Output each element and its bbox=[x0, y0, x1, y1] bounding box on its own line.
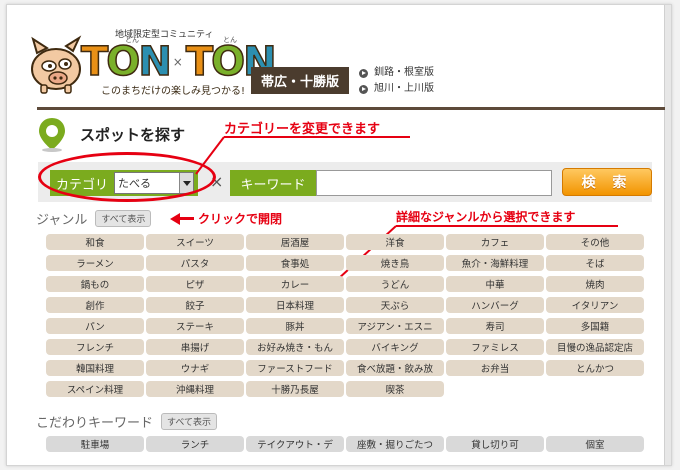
genre-tag[interactable]: 焼き鳥 bbox=[346, 255, 444, 271]
genre-tag[interactable]: ピザ bbox=[146, 276, 244, 292]
region-link-asahikawa[interactable]: 旭川・上川版 bbox=[359, 81, 434, 97]
annotation-change-category: カテゴリーを変更できます bbox=[224, 122, 381, 137]
current-region-badge: 帯広・十勝版 bbox=[251, 67, 349, 94]
genre-tag[interactable]: 串揚げ bbox=[146, 339, 244, 355]
map-pin-icon bbox=[39, 118, 65, 152]
annotation-click-toggle: クリックで開閉 bbox=[170, 210, 282, 227]
genre-tag[interactable]: そば bbox=[546, 255, 644, 271]
genre-tag[interactable]: うどん bbox=[346, 276, 444, 292]
genre-tag[interactable]: お好み焼き・もん bbox=[246, 339, 344, 355]
genre-tag[interactable]: アジアン・エスニ bbox=[346, 318, 444, 334]
annotation-select-genre: 詳細なジャンルから選択できます bbox=[396, 210, 576, 224]
annotation-underline bbox=[224, 136, 410, 138]
genre-tag[interactable]: ステーキ bbox=[146, 318, 244, 334]
genre-tag[interactable]: 目慢の逸品認定店 bbox=[546, 339, 644, 355]
genre-tag[interactable]: 喫茶 bbox=[346, 381, 444, 397]
region-links: 釧路・根室版 旭川・上川版 bbox=[359, 65, 434, 97]
genre-tag[interactable]: バイキング bbox=[346, 339, 444, 355]
genre-tag[interactable]: 食事処 bbox=[246, 255, 344, 271]
annotation-text: クリックで開閉 bbox=[198, 212, 283, 226]
tagline-bottom: このまちだけの楽しみ見つかる! bbox=[101, 86, 246, 97]
keyword-tag[interactable]: 座敷・掘りごたつ bbox=[346, 436, 444, 452]
play-bullet-icon bbox=[359, 84, 368, 94]
keyword-label: キーワード bbox=[230, 170, 316, 196]
site-header: 地域限定型コミュニティ とん とん TON × TON このまちだけの楽しみ見つ… bbox=[7, 5, 665, 105]
genre-tag[interactable]: 日本料理 bbox=[246, 297, 344, 313]
genre-tag[interactable]: 和食 bbox=[46, 234, 144, 250]
annotation-underline bbox=[396, 225, 618, 227]
genre-heading: ジャンル すべて表示 bbox=[36, 208, 152, 228]
genre-tag[interactable]: カフェ bbox=[446, 234, 544, 250]
pig-mascot-logo bbox=[31, 35, 82, 94]
site-logo[interactable]: TON × TON bbox=[80, 37, 277, 87]
genre-tag[interactable]: ファミレス bbox=[446, 339, 544, 355]
keyword-tag[interactable]: テイクアウト・デ bbox=[246, 436, 344, 452]
genre-tag[interactable]: 豚丼 bbox=[246, 318, 344, 334]
left-arrow-icon bbox=[170, 212, 180, 225]
genre-tag[interactable]: 創作 bbox=[46, 297, 144, 313]
genre-tag[interactable]: フレンチ bbox=[46, 339, 144, 355]
genre-show-all-button[interactable]: すべて表示 bbox=[95, 209, 152, 227]
logo-times: × bbox=[172, 55, 183, 69]
genre-tag[interactable]: ラーメン bbox=[46, 255, 144, 271]
annotation-highlight-oval bbox=[38, 152, 216, 202]
genre-tag[interactable]: 餃子 bbox=[146, 297, 244, 313]
genre-tag[interactable]: 中華 bbox=[446, 276, 544, 292]
keyword-heading: こだわりキーワード すべて表示 bbox=[36, 411, 218, 431]
play-bullet-icon bbox=[359, 68, 368, 78]
genre-tag[interactable]: 韓国料理 bbox=[46, 360, 144, 376]
genre-tag[interactable]: 洋食 bbox=[346, 234, 444, 250]
logo-word-left: TON bbox=[80, 39, 172, 85]
keyword-section-label: こだわりキーワード bbox=[36, 415, 154, 431]
keyword-input[interactable] bbox=[316, 170, 552, 196]
keyword-tag[interactable]: 駐車場 bbox=[46, 436, 144, 452]
genre-tag[interactable]: 十勝乃長屋 bbox=[246, 381, 344, 397]
genre-tag[interactable]: 食べ放題・飲み放 bbox=[346, 360, 444, 376]
region-link-kushiro[interactable]: 釧路・根室版 bbox=[359, 65, 434, 81]
spot-heading: スポットを探す bbox=[36, 116, 185, 152]
genre-tag[interactable]: パン bbox=[46, 318, 144, 334]
keyword-tag[interactable]: ランチ bbox=[146, 436, 244, 452]
genre-tag[interactable]: 焼肉 bbox=[546, 276, 644, 292]
genre-tag[interactable]: ファーストフード bbox=[246, 360, 344, 376]
genre-tag[interactable]: イタリアン bbox=[546, 297, 644, 313]
genre-tag[interactable]: パスタ bbox=[146, 255, 244, 271]
keyword-tag-grid: 駐車場 ランチ テイクアウト・デ 座敷・掘りごたつ 貸し切り可 個室 bbox=[46, 436, 644, 452]
arrow-shaft bbox=[180, 217, 194, 220]
region-link-label: 旭川・上川版 bbox=[374, 83, 434, 94]
genre-tag[interactable]: 多国籍 bbox=[546, 318, 644, 334]
genre-tag[interactable]: 鍋もの bbox=[46, 276, 144, 292]
header-divider bbox=[37, 107, 665, 110]
genre-tag[interactable]: スペイン料理 bbox=[46, 381, 144, 397]
genre-tag[interactable]: 居酒屋 bbox=[246, 234, 344, 250]
genre-tag[interactable]: カレー bbox=[246, 276, 344, 292]
genre-tag[interactable]: お弁当 bbox=[446, 360, 544, 376]
genre-tag[interactable]: とんかつ bbox=[546, 360, 644, 376]
genre-tag[interactable]: 寿司 bbox=[446, 318, 544, 334]
genre-tag[interactable]: スイーツ bbox=[146, 234, 244, 250]
keyword-tag[interactable]: 貸し切り可 bbox=[446, 436, 544, 452]
genre-tag[interactable]: 沖縄料理 bbox=[146, 381, 244, 397]
keyword-tag[interactable]: 個室 bbox=[546, 436, 644, 452]
genre-tag[interactable]: ウナギ bbox=[146, 360, 244, 376]
keyword-show-all-button[interactable]: すべて表示 bbox=[161, 412, 218, 430]
genre-tag[interactable]: その他 bbox=[546, 234, 644, 250]
page-title: スポットを探す bbox=[80, 125, 186, 144]
genre-label: ジャンル bbox=[36, 212, 88, 228]
window-scrollbar[interactable] bbox=[664, 5, 671, 465]
genre-tag[interactable]: 天ぷら bbox=[346, 297, 444, 313]
genre-tag[interactable]: ハンバーグ bbox=[446, 297, 544, 313]
region-link-label: 釧路・根室版 bbox=[374, 67, 434, 78]
search-button[interactable]: 検 索 bbox=[562, 168, 652, 196]
genre-tag-grid: 和食 スイーツ 居酒屋 洋食 カフェ その他ラーメン パスタ 食事処 焼き鳥 魚介・海鮮料理 そば鍋… bbox=[46, 234, 644, 397]
genre-tag[interactable]: 魚介・海鮮料理 bbox=[446, 255, 544, 271]
